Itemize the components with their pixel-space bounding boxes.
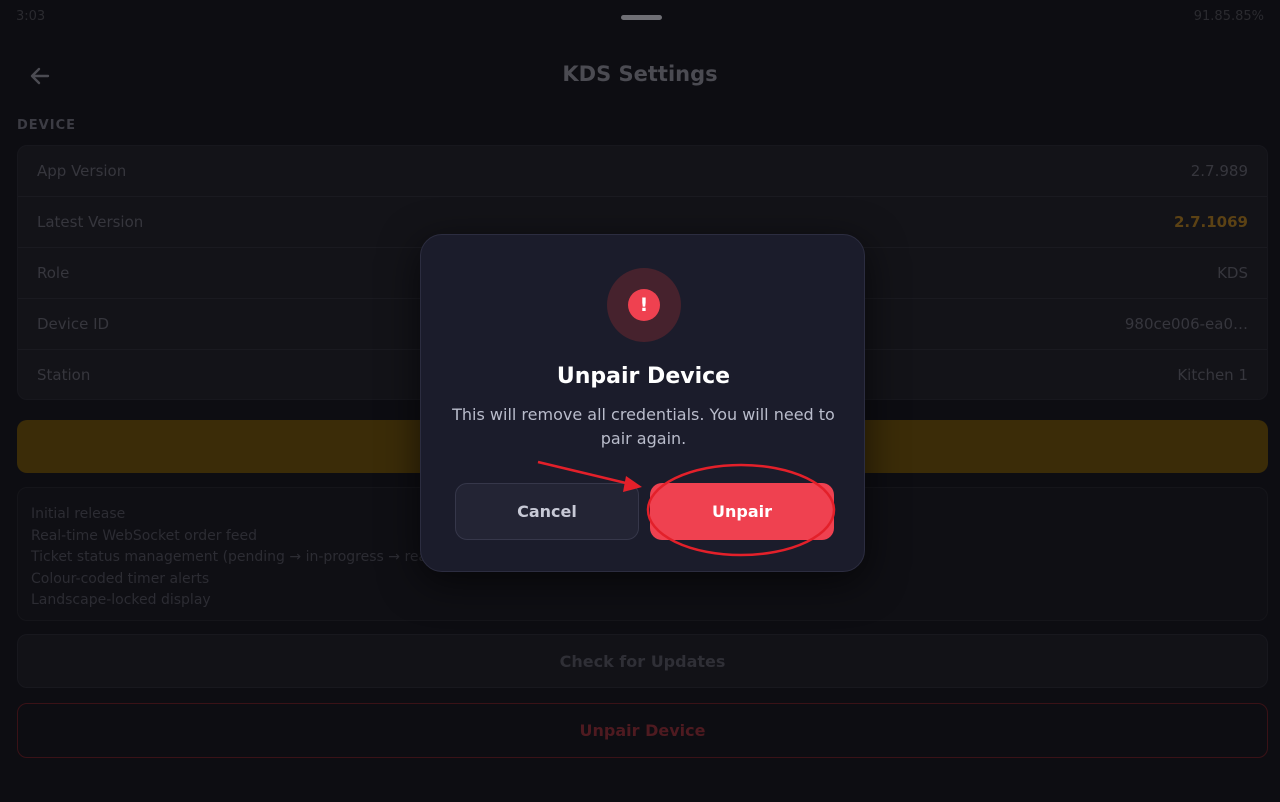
modal-backdrop[interactable]: ! Unpair Device This will remove all cre…: [0, 0, 1280, 802]
unpair-dialog: ! Unpair Device This will remove all cre…: [420, 234, 865, 572]
cancel-button[interactable]: Cancel: [455, 483, 639, 540]
dialog-message: This will remove all credentials. You wi…: [452, 405, 835, 448]
alert-icon-container: !: [607, 268, 681, 342]
alert-icon: !: [628, 289, 660, 321]
dialog-title: Unpair Device: [556, 364, 731, 389]
unpair-confirm-button[interactable]: Unpair: [650, 483, 834, 540]
